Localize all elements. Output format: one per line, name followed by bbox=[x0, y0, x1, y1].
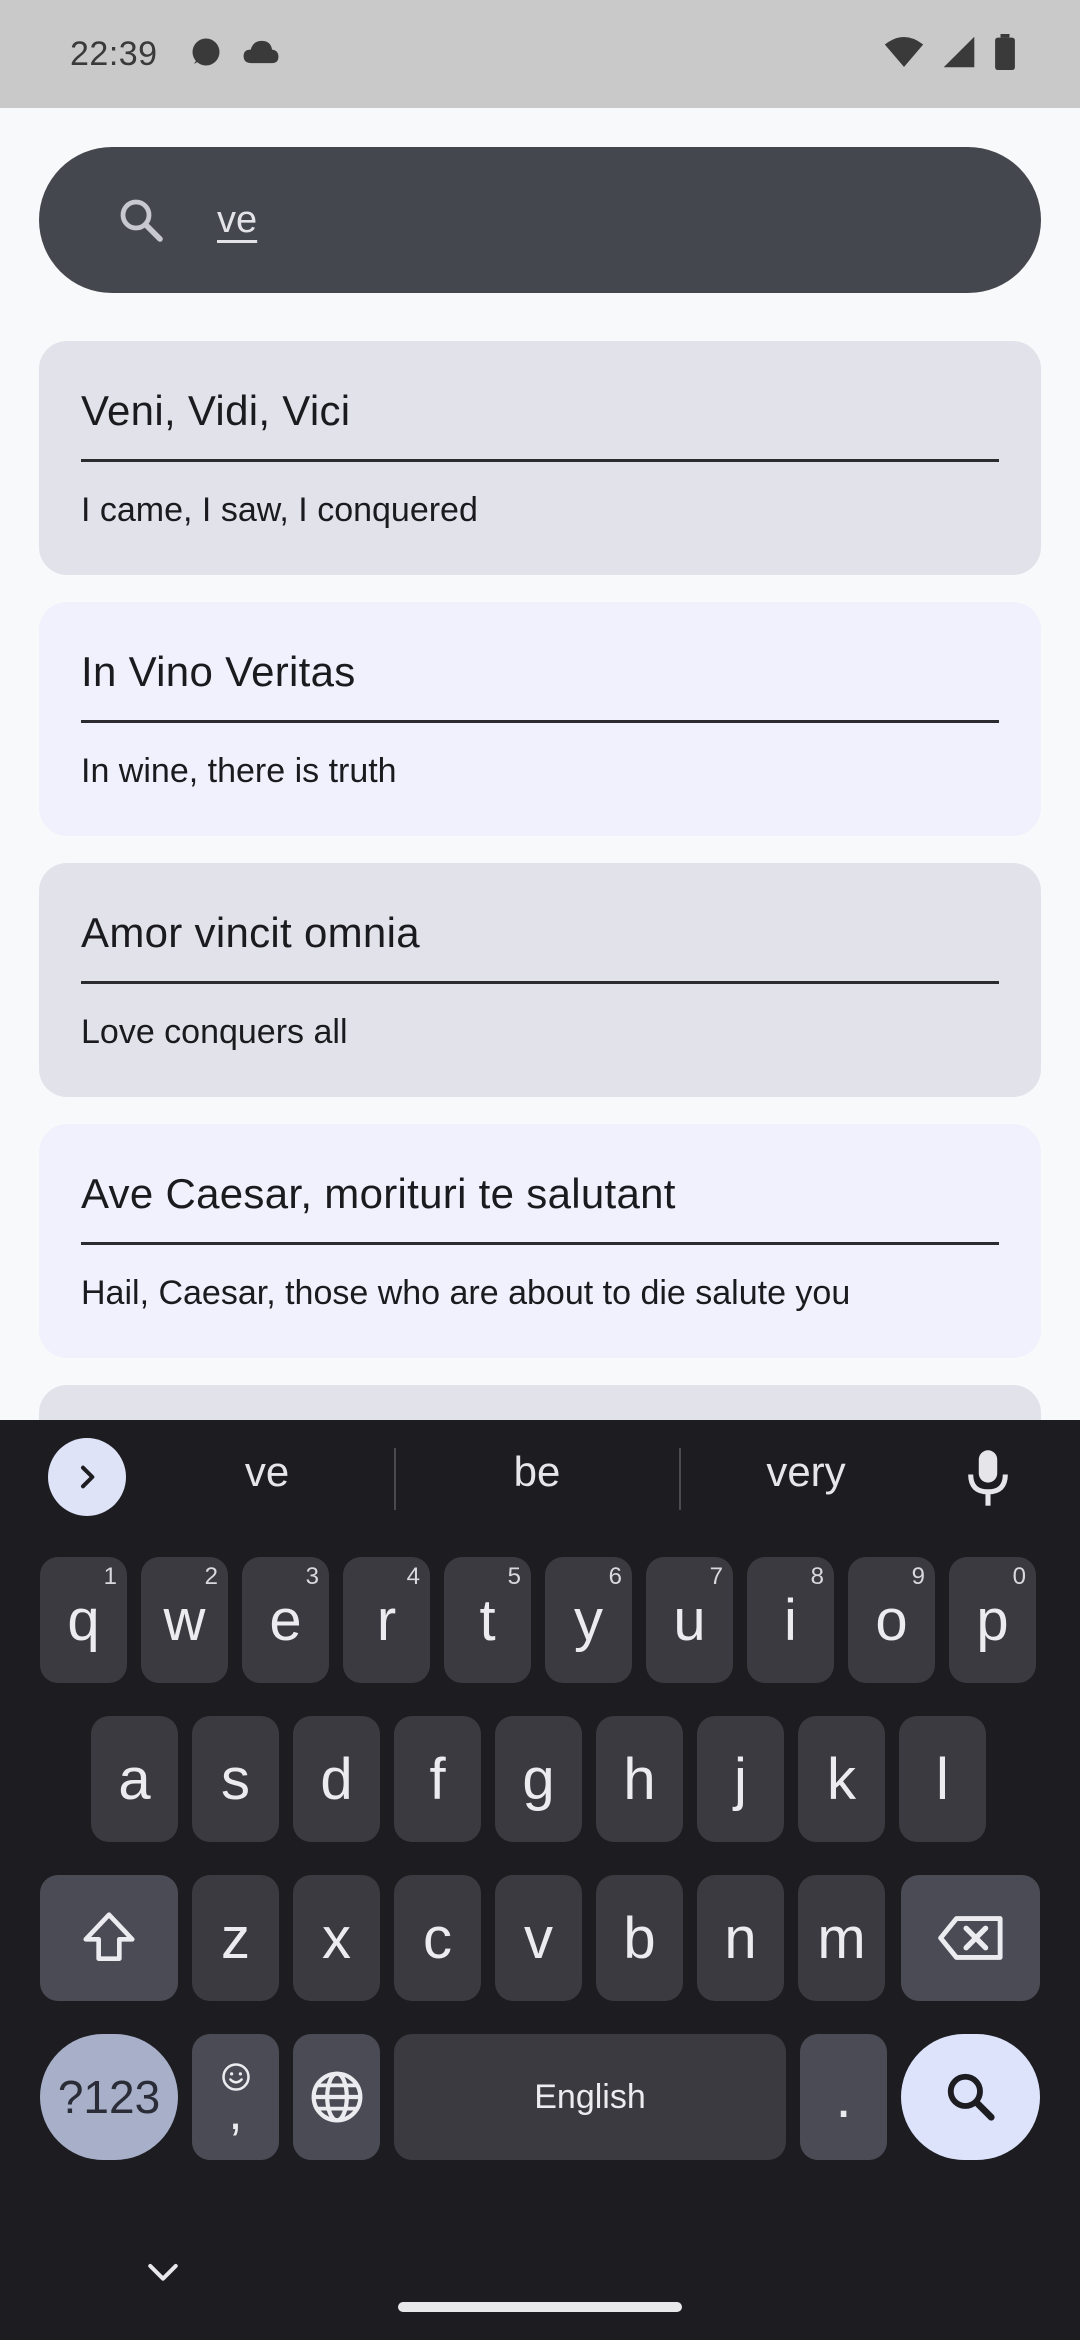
signal-icon bbox=[942, 35, 976, 74]
key-c[interactable]: c bbox=[394, 1875, 481, 2001]
key-hint: 4 bbox=[406, 1563, 420, 1590]
backspace-icon bbox=[937, 1916, 1003, 1960]
phrase-translation: I came, I saw, I conquered bbox=[81, 491, 478, 529]
key-b[interactable]: b bbox=[596, 1875, 683, 2001]
phrase-title: Amor vincit omnia bbox=[81, 909, 420, 956]
wifi-icon bbox=[884, 35, 924, 74]
key-a[interactable]: a bbox=[91, 1716, 178, 1842]
expand-toolbar-button[interactable] bbox=[48, 1438, 126, 1516]
key-d[interactable]: d bbox=[293, 1716, 380, 1842]
key-hint: 9 bbox=[911, 1563, 925, 1590]
key-e[interactable]: e3 bbox=[242, 1557, 329, 1683]
key-q[interactable]: q1 bbox=[40, 1557, 127, 1683]
result-card[interactable]: Ave Caesar, morituri te salutant Hail, C… bbox=[39, 1124, 1041, 1358]
search-icon bbox=[117, 196, 165, 244]
key-o[interactable]: o9 bbox=[848, 1557, 935, 1683]
suggestion-divider bbox=[679, 1448, 681, 1510]
phrase-title: In Vino Veritas bbox=[81, 648, 356, 695]
key-label: i bbox=[784, 1587, 797, 1653]
status-bar: 22:39 bbox=[0, 0, 1080, 108]
search-bar[interactable]: ve bbox=[39, 147, 1041, 293]
key-hint: 0 bbox=[1012, 1563, 1026, 1590]
key-label: q bbox=[67, 1587, 100, 1653]
key-y[interactable]: y6 bbox=[545, 1557, 632, 1683]
key-label: o bbox=[875, 1587, 908, 1653]
key-n[interactable]: n bbox=[697, 1875, 784, 2001]
key-s[interactable]: s bbox=[192, 1716, 279, 1842]
key-label: r bbox=[376, 1587, 397, 1653]
key-f[interactable]: f bbox=[394, 1716, 481, 1842]
suggestion-strip: ve be very bbox=[0, 1420, 1080, 1535]
card-divider bbox=[81, 1242, 999, 1245]
key-label: w bbox=[163, 1587, 206, 1653]
result-card[interactable]: Amor vincit omnia Love conquers all bbox=[39, 863, 1041, 1097]
result-card[interactable]: Veni, Vidi, Vici I came, I saw, I conque… bbox=[39, 341, 1041, 575]
chevron-right-icon bbox=[81, 1465, 95, 1489]
phrase-translation: Hail, Caesar, those who are about to die… bbox=[81, 1274, 851, 1312]
card-divider bbox=[81, 720, 999, 723]
shift-key[interactable] bbox=[40, 1875, 178, 2001]
backspace-key[interactable] bbox=[901, 1875, 1040, 2001]
key-h[interactable]: h bbox=[596, 1716, 683, 1842]
key-p[interactable]: p0 bbox=[949, 1557, 1036, 1683]
suggestion-divider bbox=[394, 1448, 396, 1510]
key-hint: 2 bbox=[204, 1563, 218, 1590]
shift-icon bbox=[83, 1912, 135, 1961]
key-m[interactable]: m bbox=[798, 1875, 885, 2001]
key-label: p bbox=[976, 1587, 1009, 1653]
search-action-key[interactable] bbox=[901, 2034, 1040, 2160]
key-label: y bbox=[574, 1587, 603, 1653]
key-v[interactable]: v bbox=[495, 1875, 582, 2001]
language-key[interactable] bbox=[293, 2034, 380, 2160]
key-i[interactable]: i8 bbox=[747, 1557, 834, 1683]
cloud-icon bbox=[242, 37, 280, 72]
search-input[interactable]: ve bbox=[217, 199, 257, 242]
period-key[interactable]: . bbox=[800, 2034, 887, 2160]
key-label: t bbox=[479, 1587, 496, 1653]
phrase-translation: In wine, there is truth bbox=[81, 752, 397, 790]
microphone-icon[interactable] bbox=[966, 1448, 1010, 1513]
key-hint: 1 bbox=[103, 1563, 117, 1590]
key-z[interactable]: z bbox=[192, 1875, 279, 2001]
phrase-translation: Love conquers all bbox=[81, 1013, 348, 1051]
key-g[interactable]: g bbox=[495, 1716, 582, 1842]
suggestion-2[interactable]: be bbox=[437, 1448, 637, 1496]
key-hint: 6 bbox=[608, 1563, 622, 1590]
key-l[interactable]: l bbox=[899, 1716, 986, 1842]
symbols-key[interactable]: ?123 bbox=[40, 2034, 178, 2160]
notification-bubble-icon bbox=[188, 34, 224, 75]
comma-emoji-key[interactable]: , bbox=[192, 2034, 279, 2160]
card-divider bbox=[81, 981, 999, 984]
key-x[interactable]: x bbox=[293, 1875, 380, 2001]
globe-icon bbox=[311, 2071, 362, 2123]
key-hint: 3 bbox=[305, 1563, 319, 1590]
phrase-title: Ave Caesar, morituri te salutant bbox=[81, 1170, 676, 1217]
space-key[interactable]: English bbox=[394, 2034, 786, 2160]
key-label: u bbox=[673, 1587, 706, 1653]
key-hint: 5 bbox=[507, 1563, 521, 1590]
result-card[interactable]: In Vino Veritas In wine, there is truth bbox=[39, 602, 1041, 836]
card-divider bbox=[81, 459, 999, 462]
suggestion-3[interactable]: very bbox=[706, 1448, 906, 1496]
key-hint: 8 bbox=[810, 1563, 824, 1590]
chevron-down-icon[interactable] bbox=[146, 2262, 180, 2289]
phrase-title: Veni, Vidi, Vici bbox=[81, 387, 351, 434]
key-k[interactable]: k bbox=[798, 1716, 885, 1842]
key-j[interactable]: j bbox=[697, 1716, 784, 1842]
comma-label: , bbox=[228, 2084, 243, 2140]
suggestion-1[interactable]: ve bbox=[167, 1448, 367, 1496]
battery-icon bbox=[994, 33, 1016, 75]
key-u[interactable]: u7 bbox=[646, 1557, 733, 1683]
key-w[interactable]: w2 bbox=[141, 1557, 228, 1683]
key-label: e bbox=[269, 1587, 302, 1653]
search-icon bbox=[947, 2073, 995, 2121]
key-r[interactable]: r4 bbox=[343, 1557, 430, 1683]
key-hint: 7 bbox=[709, 1563, 723, 1590]
soft-keyboard: ve be very q1 w2 e3 r4 t5 y6 u7 i8 o9 p0… bbox=[0, 1420, 1080, 2340]
key-t[interactable]: t5 bbox=[444, 1557, 531, 1683]
status-time: 22:39 bbox=[70, 34, 158, 73]
home-gesture-handle[interactable] bbox=[398, 2302, 682, 2312]
